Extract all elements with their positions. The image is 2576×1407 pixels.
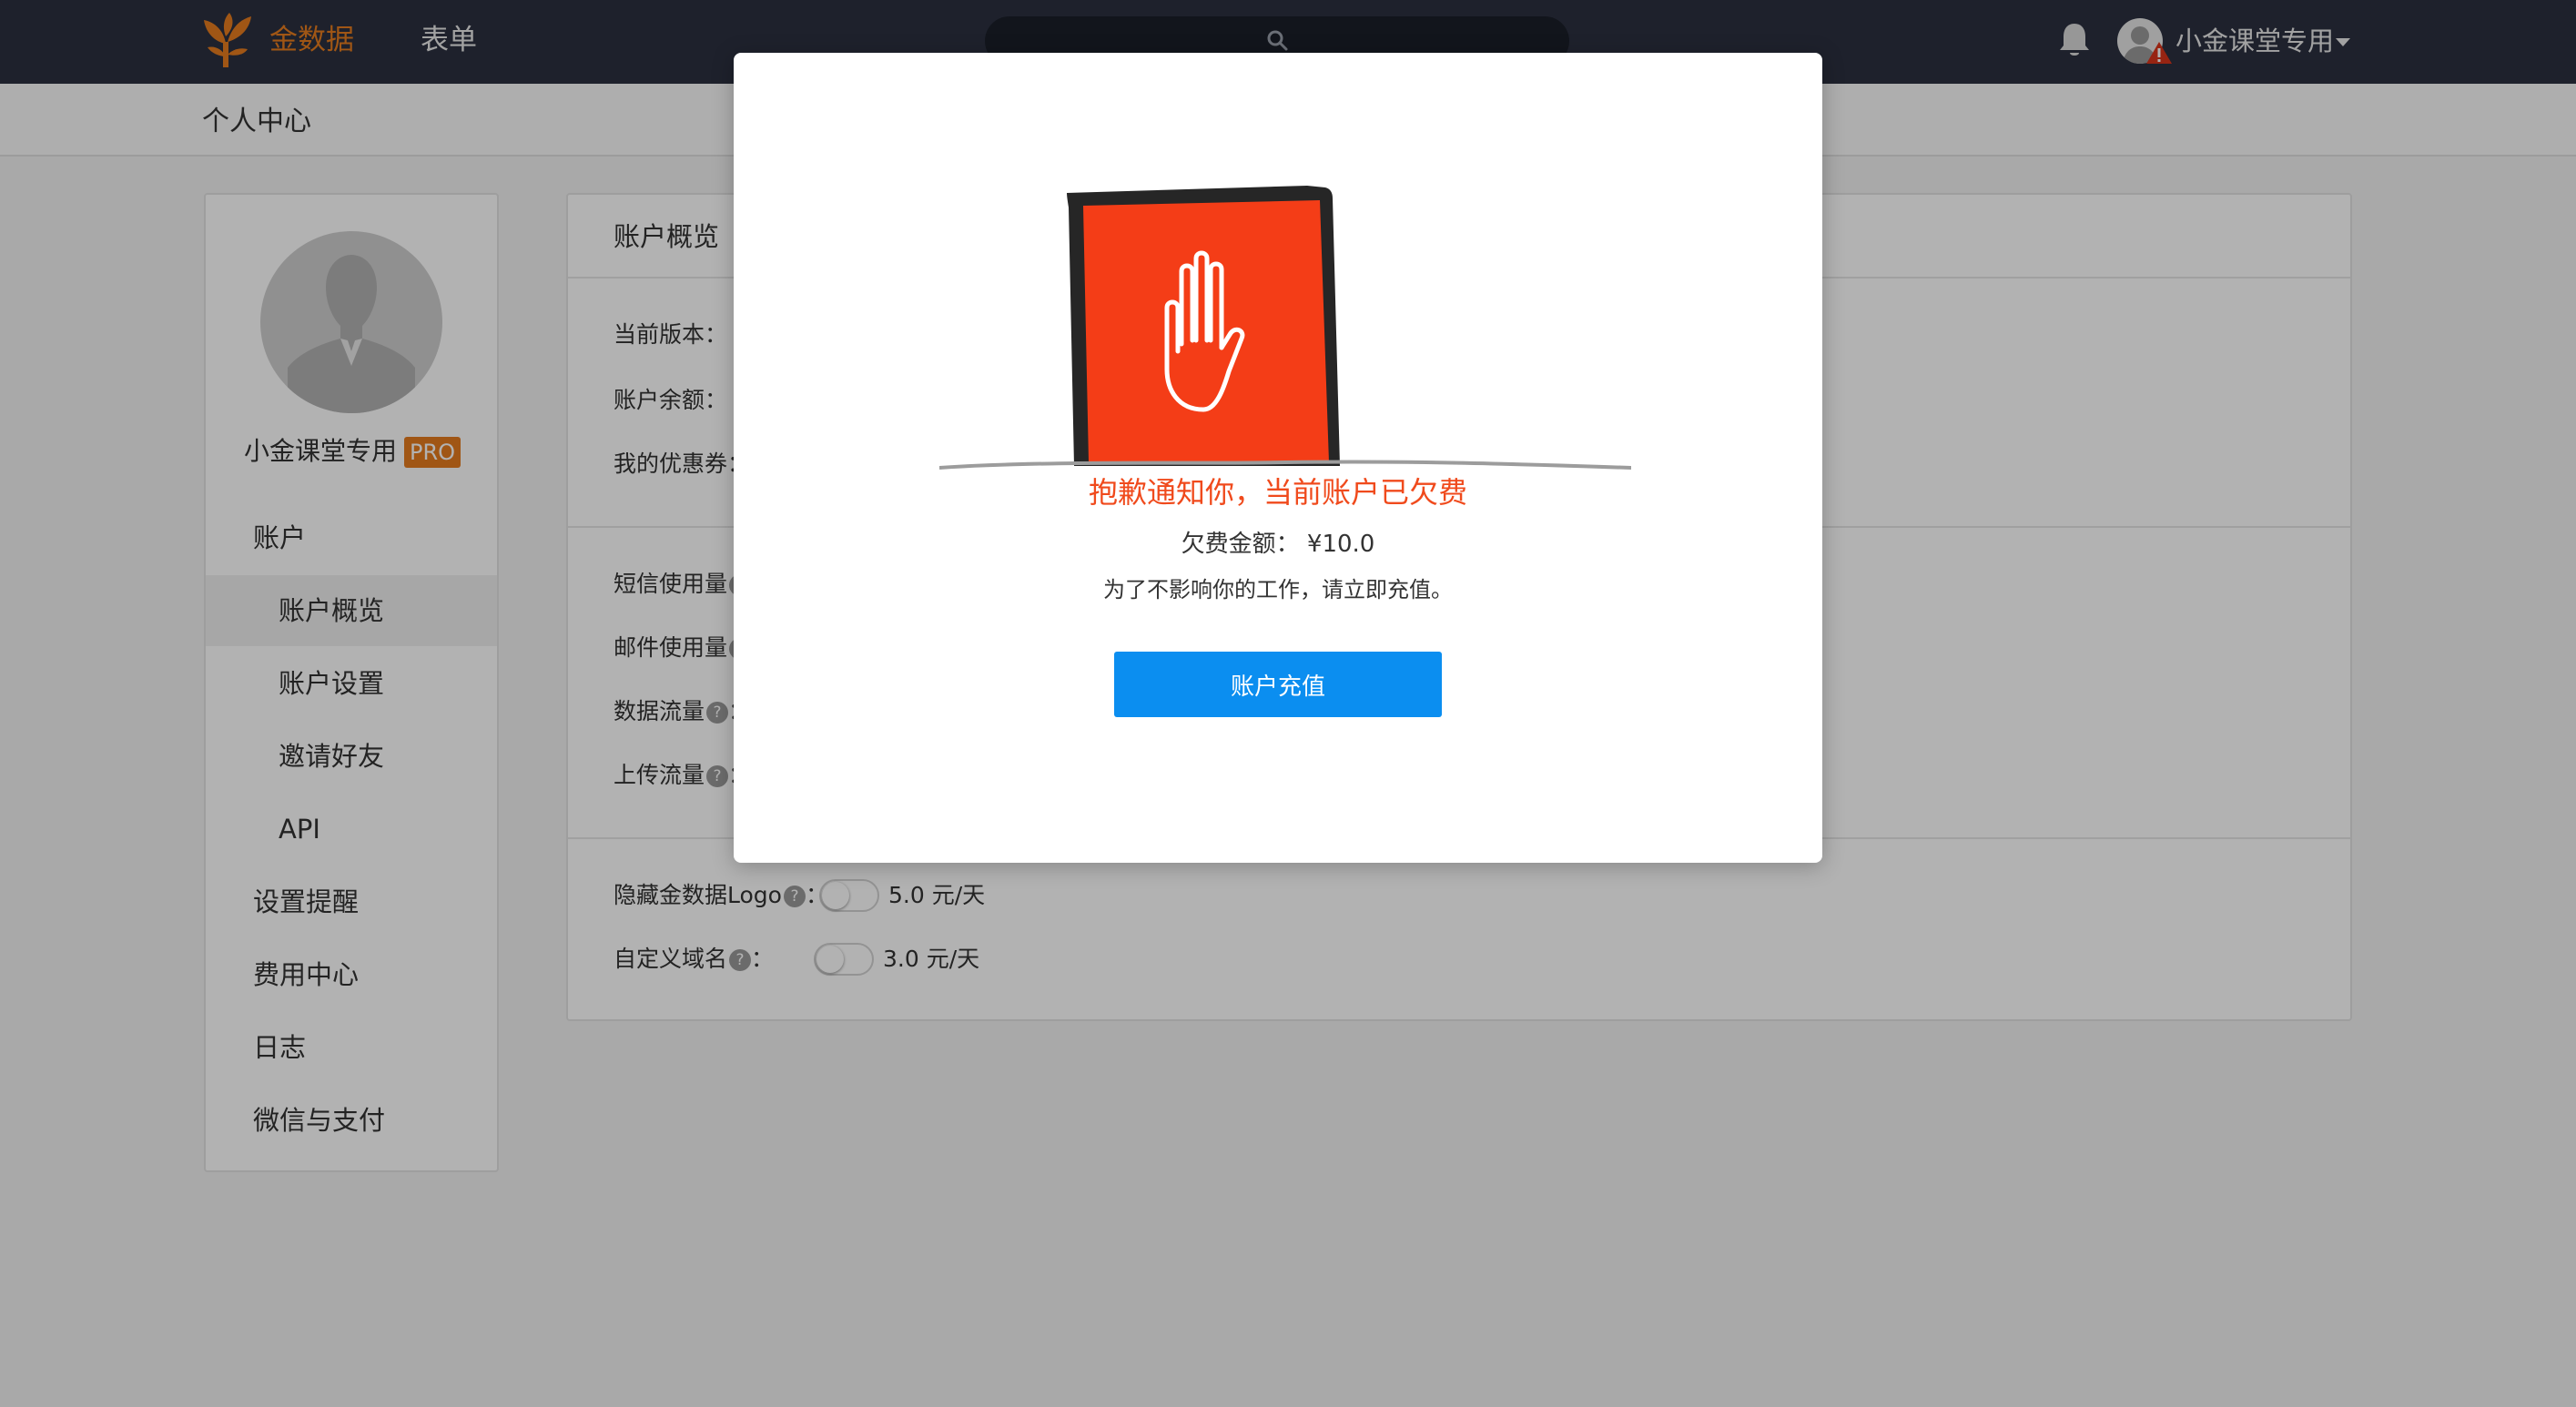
arrears-amount: 欠费金额： ¥10.0 <box>1181 531 1375 558</box>
stop-hand-laptop-illustration <box>939 186 1631 470</box>
recharge-button[interactable]: 账户充值 <box>1114 652 1442 717</box>
recharge-notice: 为了不影响你的工作，请立即充值。 <box>1103 577 1453 602</box>
arrears-modal: 抱歉通知你，当前账户已欠费 欠费金额： ¥10.0 为了不影响你的工作，请立即充… <box>734 53 1822 863</box>
modal-title: 抱歉通知你，当前账户已欠费 <box>1088 475 1467 510</box>
